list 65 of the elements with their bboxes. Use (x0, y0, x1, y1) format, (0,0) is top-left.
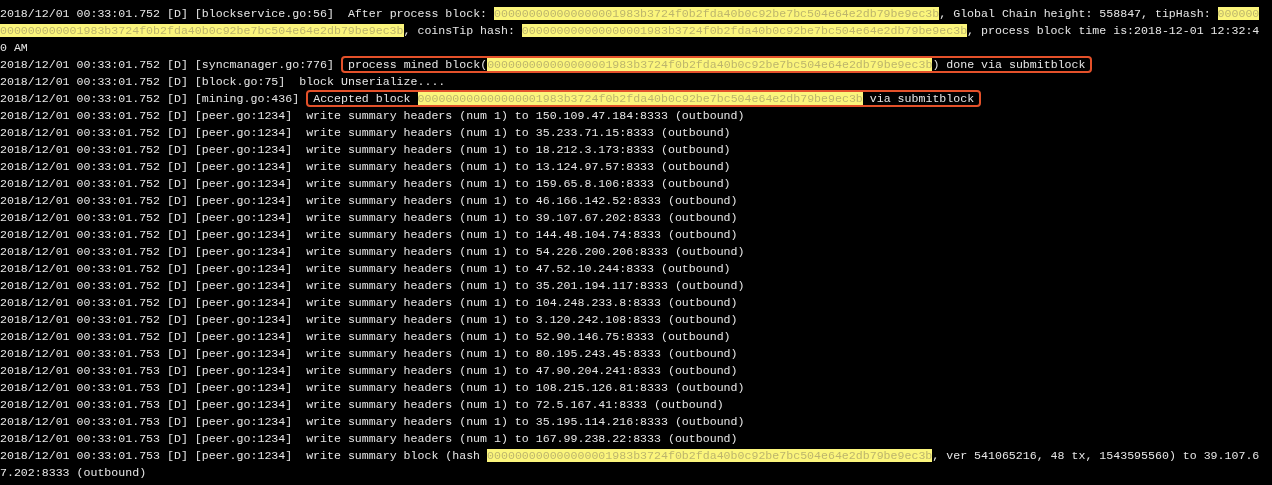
log-message: write summary headers (num 1) to 35.201.194.117:8333 (outbound) (305, 279, 745, 292)
log-prefix: 2018/12/01 00:33:01.753 [D] [peer.go:1234] (0, 347, 293, 360)
log-message: write summary headers (num 1) to 3.120.242.108:8333 (outbound) (305, 313, 738, 326)
log-prefix: 2018/12/01 00:33:01.752 [D] [peer.go:1234] (0, 143, 293, 156)
log-message: , process block time is:2018-12-01 12:32:4 (967, 24, 1260, 37)
log-message: write summary headers (num 1) to 13.124.97.57:8333 (outbound) (305, 160, 731, 173)
log-prefix: 2018/12/01 00:33:01.752 [D] [peer.go:1234] (0, 296, 293, 309)
block-hash: 000000 (1217, 7, 1260, 20)
log-message: write summary headers (num 1) to 47.90.204.241:8333 (outbound) (305, 364, 738, 377)
block-hash: 000000000001983b3724f0b2fda40b0c92be7bc504e64e2db79be9ec3b (0, 24, 404, 37)
log-prefix: 2018/12/01 00:33:01.752 [D] [peer.go:1234] (0, 279, 293, 292)
log-message: , Global Chain height: 558847, tipHash: (939, 7, 1212, 20)
log-message: 0 AM (0, 41, 28, 54)
log-message: process mined block( (347, 58, 488, 71)
log-prefix: 2018/12/01 00:33:01.752 [D] [peer.go:1234] (0, 245, 293, 258)
log-message: write summary headers (num 1) to 54.226.200.206:8333 (outbound) (305, 245, 745, 258)
log-prefix: 2018/12/01 00:33:01.752 [D] [block.go:75] (0, 75, 286, 88)
log-message: write summary headers (num 1) to 35.233.71.15:8333 (outbound) (305, 126, 731, 139)
log-message: write summary headers (num 1) to 47.52.10.244:8333 (outbound) (305, 262, 731, 275)
block-hash: 000000000000000001983b3724f0b2fda40b0c92be7bc504e64e2db79be9ec3b (521, 24, 968, 37)
log-prefix: 2018/12/01 00:33:01.752 [D] [syncmanager.go:776] (0, 58, 334, 71)
log-prefix: 2018/12/01 00:33:01.752 [D] [peer.go:1234] (0, 177, 293, 190)
log-message: , ver 541065216, 48 tx, 1543595560) to 39.107.6 (932, 449, 1260, 462)
block-hash: 000000000000000001983b3724f0b2fda40b0c92be7bc504e64e2db79be9ec3b (417, 92, 863, 105)
block-hash: 000000000000000001983b3724f0b2fda40b0c92be7bc504e64e2db79be9ec3b (487, 58, 933, 71)
log-message: write summary headers (num 1) to 80.195.243.45:8333 (outbound) (305, 347, 738, 360)
log-prefix: 2018/12/01 00:33:01.752 [D] [peer.go:1234] (0, 313, 293, 326)
log-prefix: 2018/12/01 00:33:01.753 [D] [peer.go:1234] (0, 449, 293, 462)
log-message: write summary headers (num 1) to 35.195.114.216:8333 (outbound) (305, 415, 745, 428)
log-message: After process block: (346, 7, 489, 20)
log-message: write summary headers (num 1) to 46.166.142.52:8333 (outbound) (305, 194, 738, 207)
log-prefix: 2018/12/01 00:33:01.753 [D] [peer.go:1234] (0, 381, 293, 394)
log-prefix: 2018/12/01 00:33:01.752 [D] [peer.go:1234] (0, 228, 293, 241)
log-message: Accepted block (313, 92, 412, 105)
log-message: write summary headers (num 1) to 39.107.67.202:8333 (outbound) (305, 211, 738, 224)
log-prefix: 2018/12/01 00:33:01.752 [D] [blockservice.go:56] (0, 7, 334, 20)
block-hash: 000000000000000001983b3724f0b2fda40b0c92be7bc504e64e2db79be9ec3b (494, 7, 940, 20)
log-prefix: 2018/12/01 00:33:01.752 [D] [peer.go:1234] (0, 211, 293, 224)
log-prefix: 2018/12/01 00:33:01.753 [D] [peer.go:1234] (0, 415, 293, 428)
log-message: write summary headers (num 1) to 159.65.8.106:8333 (outbound) (305, 177, 731, 190)
log-prefix: 2018/12/01 00:33:01.752 [D] [peer.go:1234] (0, 330, 293, 343)
log-message: write summary headers (num 1) to 167.99.238.22:8333 (outbound) (305, 432, 738, 445)
block-hash: 000000000000000001983b3724f0b2fda40b0c92be7bc504e64e2db79be9ec3b (487, 449, 933, 462)
log-prefix: 2018/12/01 00:33:01.752 [D] [peer.go:1234] (0, 160, 293, 173)
log-prefix: 2018/12/01 00:33:01.753 [D] [peer.go:1234] (0, 364, 293, 377)
log-message: write summary headers (num 1) to 72.5.167.41:8333 (outbound) (305, 398, 724, 411)
log-message: write summary block (hash (305, 449, 482, 462)
log-message: write summary headers (num 1) to 144.48.104.74:8333 (outbound) (305, 228, 738, 241)
log-message: , coinsTip hash: (403, 24, 516, 37)
log-message: write summary headers (num 1) to 52.90.146.75:8333 (outbound) (305, 330, 731, 343)
log-message: block Unserialize.... (298, 75, 446, 88)
log-prefix: 2018/12/01 00:33:01.753 [D] [peer.go:1234] (0, 432, 293, 445)
log-message: write summary headers (num 1) to 108.215.126.81:8333 (outbound) (305, 381, 745, 394)
log-prefix: 2018/12/01 00:33:01.752 [D] [peer.go:1234] (0, 262, 293, 275)
log-message: via submitblock (868, 92, 975, 105)
log-prefix: 2018/12/01 00:33:01.752 [D] [mining.go:436] (0, 92, 300, 105)
log-prefix: 2018/12/01 00:33:01.752 [D] [peer.go:1234] (0, 126, 293, 139)
log-message: 7.202:8333 (outbound) (0, 466, 147, 479)
log-message: write summary headers (num 1) to 150.109.47.184:8333 (outbound) (305, 109, 745, 122)
log-prefix: 2018/12/01 00:33:01.752 [D] [peer.go:1234] (0, 194, 293, 207)
log-prefix: 2018/12/01 00:33:01.753 [D] [peer.go:1234] (0, 398, 293, 411)
log-message: ) done via submitblock (932, 58, 1086, 71)
log-message: write summary headers (num 1) to 18.212.3.173:8333 (outbound) (305, 143, 731, 156)
log-message: write summary headers (num 1) to 104.248.233.8:8333 (outbound) (305, 296, 738, 309)
log-prefix: 2018/12/01 00:33:01.752 [D] [peer.go:1234] (0, 109, 293, 122)
